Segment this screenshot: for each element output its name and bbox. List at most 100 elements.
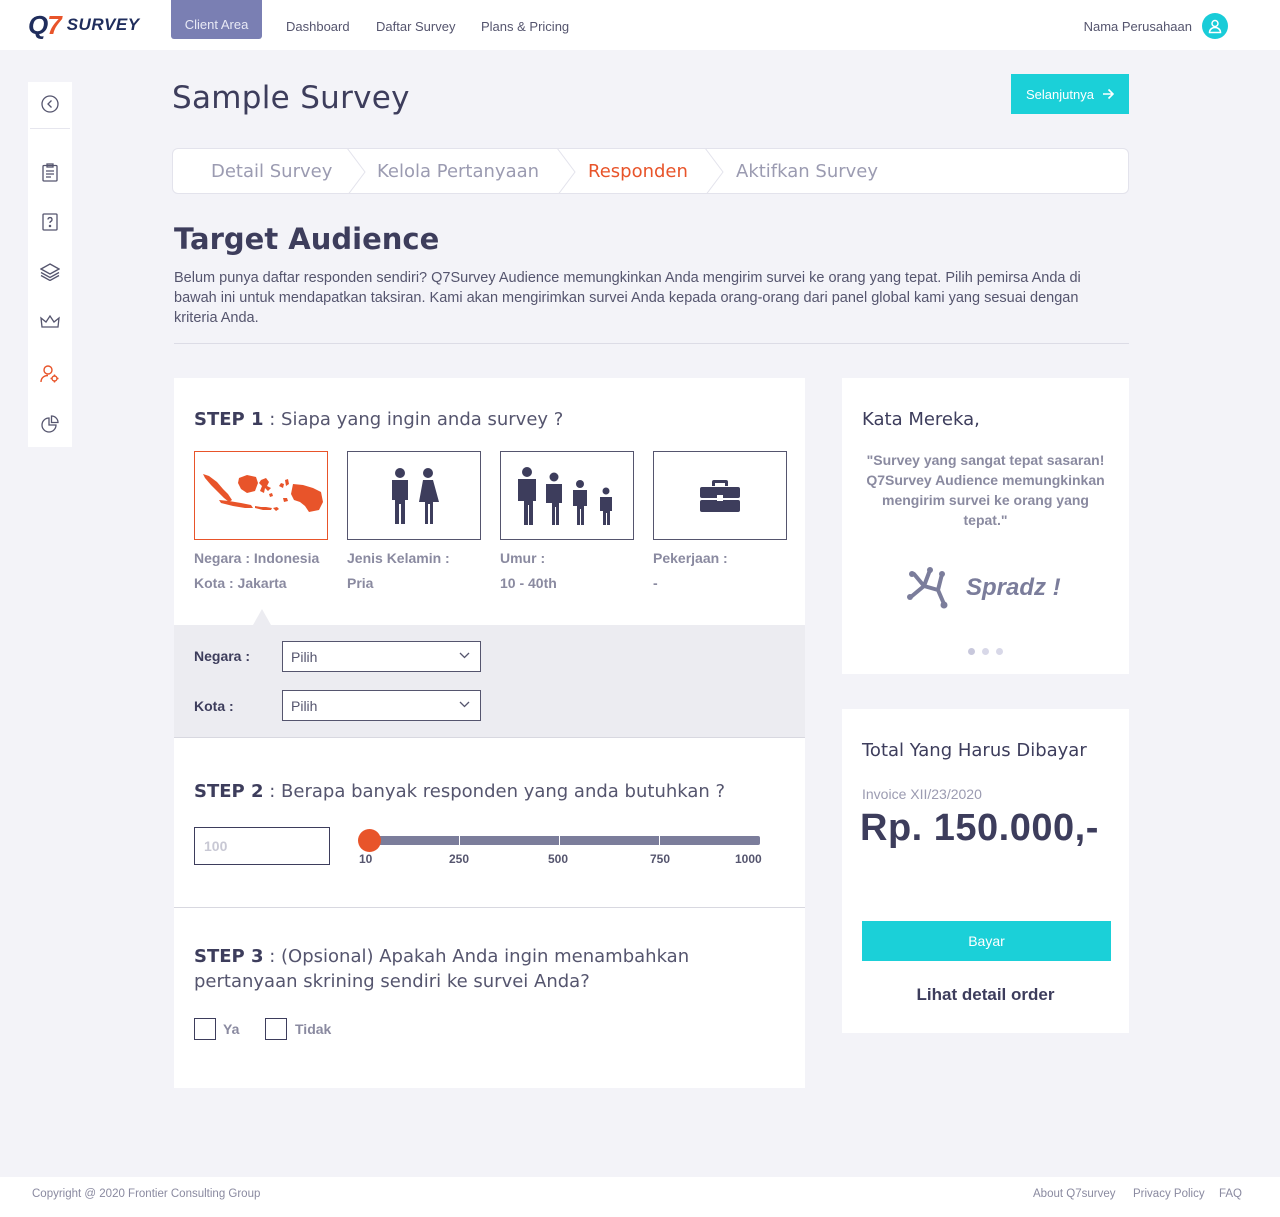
country-select[interactable]: Pilih xyxy=(282,641,481,672)
gender-summary-label: Jenis Kelamin : xyxy=(347,550,450,566)
arrow-right-icon xyxy=(1102,88,1114,100)
chevron-down-icon xyxy=(459,701,470,708)
logo-q: Q xyxy=(28,9,48,40)
audience-form-card: STEP 1 : Siapa yang ingin anda survey ? xyxy=(174,378,805,1088)
crown-icon[interactable] xyxy=(40,312,60,332)
sidebar xyxy=(28,82,72,447)
step2-label: STEP 2 xyxy=(194,781,264,802)
logo-mark: Q7 xyxy=(28,9,62,41)
user-settings-icon[interactable] xyxy=(40,364,60,384)
option-country[interactable] xyxy=(194,451,328,540)
nav-client-area[interactable]: Client Area xyxy=(171,0,262,39)
step3-question-line2: pertanyaan skrining sendiri ke survei An… xyxy=(194,971,590,992)
step3-label: STEP 3 xyxy=(194,946,264,967)
brand-name: Spradz ! xyxy=(966,574,1061,601)
back-circle-icon[interactable] xyxy=(40,94,60,114)
step-separator xyxy=(557,149,576,193)
nav-dashboard[interactable]: Dashboard xyxy=(286,19,350,34)
age-summary-label: Umur : xyxy=(500,550,546,566)
step3-heading: STEP 3 : (Opsional) Apakah Anda ingin me… xyxy=(194,944,689,994)
respondent-slider-track[interactable] xyxy=(369,836,760,845)
copyright-text: Copyright @ 2020 Frontier Consulting Gro… xyxy=(32,1188,261,1200)
city-select-value: Pilih xyxy=(291,698,318,714)
step3-question-line1: : (Opsional) Apakah Anda ingin menambahk… xyxy=(263,946,690,967)
invoice-number: Invoice XII/23/2020 xyxy=(862,786,982,802)
checkbox-no[interactable] xyxy=(265,1018,287,1040)
option-age[interactable] xyxy=(500,451,634,540)
next-button-label: Selanjutnya xyxy=(1026,86,1094,102)
brand-logo: Spradz ! xyxy=(904,566,1061,610)
carousel-dot-active[interactable] xyxy=(968,648,975,655)
section-divider xyxy=(174,343,1129,344)
slider-label-500: 500 xyxy=(548,852,569,866)
next-button[interactable]: Selanjutnya xyxy=(1011,74,1129,114)
slider-handle[interactable] xyxy=(358,829,381,852)
carousel-dot[interactable] xyxy=(996,648,1003,655)
checkbox-yes[interactable] xyxy=(194,1018,216,1040)
logo-word: SURVEY xyxy=(66,15,140,34)
testimonial-card: Kata Mereka, "Survey yang sangat tepat s… xyxy=(842,378,1129,674)
chevron-down-icon xyxy=(459,652,470,659)
footer-link-faq[interactable]: FAQ xyxy=(1219,1188,1242,1200)
logo-seven: 7 xyxy=(47,9,62,40)
order-detail-link[interactable]: Lihat detail order xyxy=(842,985,1129,1005)
occupation-summary-value: - xyxy=(653,575,658,591)
tab-aktifkan-survey[interactable]: Aktifkan Survey xyxy=(736,161,878,182)
nav-plans-pricing[interactable]: Plans & Pricing xyxy=(481,19,569,34)
step1-label: STEP 1 xyxy=(194,409,264,430)
question-icon[interactable] xyxy=(40,212,60,232)
step-separator xyxy=(347,149,366,193)
slider-label-250: 250 xyxy=(449,852,470,866)
age-summary-value: 10 - 40th xyxy=(500,575,557,591)
tab-detail-survey[interactable]: Detail Survey xyxy=(211,161,332,182)
testimonial-title: Kata Mereka, xyxy=(862,409,980,430)
spradz-logo-icon xyxy=(907,567,948,609)
city-label: Kota : xyxy=(194,698,234,714)
footer-link-privacy[interactable]: Privacy Policy xyxy=(1133,1188,1205,1200)
slider-label-min: 10 xyxy=(359,852,373,866)
carousel-dot[interactable] xyxy=(982,648,989,655)
slider-tick xyxy=(659,836,660,845)
option-occupation[interactable] xyxy=(653,451,787,540)
section-description: Belum punya daftar responden sendiri? Q7… xyxy=(174,270,1081,326)
gender-icon xyxy=(392,467,439,524)
layers-icon[interactable] xyxy=(40,262,60,282)
company-name[interactable]: Nama Perusahaan xyxy=(1084,19,1192,34)
pay-button[interactable]: Bayar xyxy=(862,921,1111,961)
clipboard-icon[interactable] xyxy=(40,162,60,182)
checkbox-no-label: Tidak xyxy=(295,1021,332,1037)
slider-label-max: 1000 xyxy=(735,852,762,866)
pie-chart-icon[interactable] xyxy=(40,414,60,434)
step1-heading: STEP 1 : Siapa yang ingin anda survey ? xyxy=(194,407,563,432)
step2-heading: STEP 2 : Berapa banyak responden yang an… xyxy=(194,779,725,804)
tab-kelola-pertanyaan[interactable]: Kelola Pertanyaan xyxy=(377,161,539,182)
city-select[interactable]: Pilih xyxy=(282,690,481,721)
slider-label-750: 750 xyxy=(650,852,671,866)
location-filter-panel: Negara : Pilih Kota : Pilih xyxy=(174,625,805,738)
respondent-count-input[interactable]: 100 xyxy=(194,827,330,865)
survey-step-tabs: Detail Survey Kelola Pertanyaan Responde… xyxy=(172,148,1129,194)
step1-question: : Siapa yang ingin anda survey ? xyxy=(263,409,564,430)
checkbox-yes-label: Ya xyxy=(223,1021,240,1037)
user-avatar-icon[interactable] xyxy=(1202,13,1228,39)
slider-tick xyxy=(559,836,560,845)
panel-pointer xyxy=(253,609,271,625)
respondent-count-placeholder: 100 xyxy=(204,838,228,854)
footer: Copyright @ 2020 Frontier Consulting Gro… xyxy=(0,1177,1280,1217)
tab-responden[interactable]: Responden xyxy=(588,161,688,182)
step-divider xyxy=(174,907,805,908)
app-logo[interactable]: Q7 SURVEY xyxy=(28,10,140,40)
payment-title: Total Yang Harus Dibayar xyxy=(862,740,1087,761)
nav-daftar-survey[interactable]: Daftar Survey xyxy=(376,19,455,34)
payment-card: Total Yang Harus Dibayar Invoice XII/23/… xyxy=(842,709,1129,1033)
testimonial-quote: "Survey yang sangat tepat sasaran! Q7Sur… xyxy=(866,452,1105,528)
step-separator xyxy=(705,149,724,193)
page-title: Sample Survey xyxy=(172,80,410,116)
indonesia-map-icon xyxy=(203,473,323,512)
section-title: Target Audience xyxy=(174,222,440,256)
gender-summary-value: Pria xyxy=(347,575,374,591)
country-label: Negara : xyxy=(194,648,251,664)
footer-link-about[interactable]: About Q7survey xyxy=(1033,1188,1115,1200)
option-gender[interactable] xyxy=(347,451,481,540)
slider-tick xyxy=(459,836,460,845)
